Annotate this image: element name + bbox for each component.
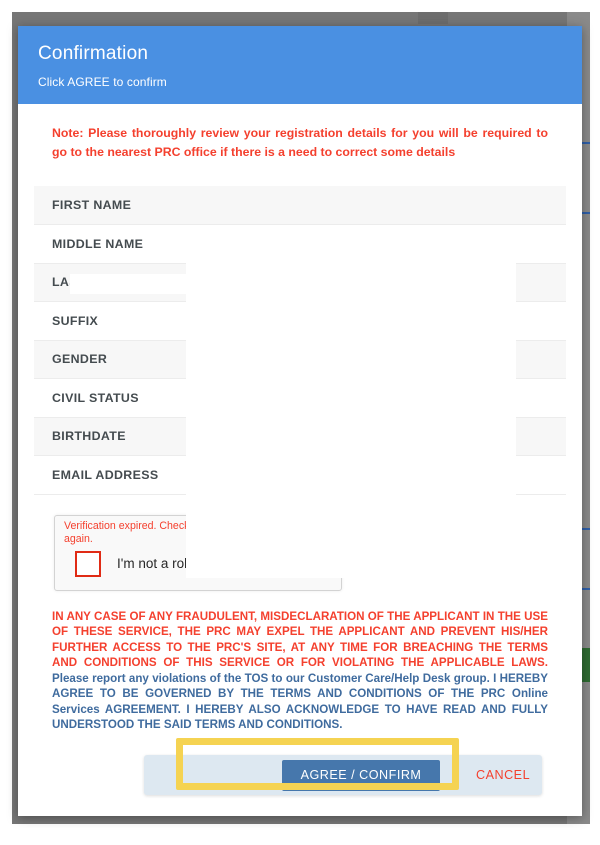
backdrop-notch xyxy=(418,12,448,24)
dialog-title: Confirmation xyxy=(38,43,149,64)
dialog-actions: AGREE / CONFIRM CANCEL xyxy=(52,754,548,797)
dialog-header: Confirmation Click AGREE to confirm xyxy=(18,26,582,104)
screen: u in m Confirmation Click AGREE to confi… xyxy=(0,0,600,845)
detail-label: FIRST NAME xyxy=(34,186,220,225)
dialog-body: Note: Please thoroughly review your regi… xyxy=(18,104,582,797)
redaction-overlay-suffix xyxy=(186,393,516,431)
recaptcha-checkbox[interactable] xyxy=(75,550,101,577)
dialog-subtitle: Click AGREE to confirm xyxy=(38,75,167,89)
terms-blue-text: Please report any violations of the TOS … xyxy=(52,671,548,732)
redaction-overlay-email xyxy=(186,532,566,578)
cancel-button[interactable]: CANCEL xyxy=(476,760,568,791)
detail-value xyxy=(220,186,566,225)
terms-red-text: IN ANY CASE OF ANY FRAUDULENT, MISDECLAR… xyxy=(52,609,548,670)
review-note: Note: Please thoroughly review your regi… xyxy=(52,126,548,159)
redaction-overlay-civil xyxy=(186,470,516,508)
confirmation-dialog: Confirmation Click AGREE to confirm Note… xyxy=(18,26,582,816)
terms-and-conditions: IN ANY CASE OF ANY FRAUDULENT, MISDECLAR… xyxy=(34,591,566,733)
table-row: FIRST NAME xyxy=(34,186,566,225)
agree-confirm-button[interactable]: AGREE / CONFIRM xyxy=(282,759,440,791)
redaction-overlay-upper xyxy=(186,295,516,355)
redaction-overlay-firstname xyxy=(70,274,186,294)
